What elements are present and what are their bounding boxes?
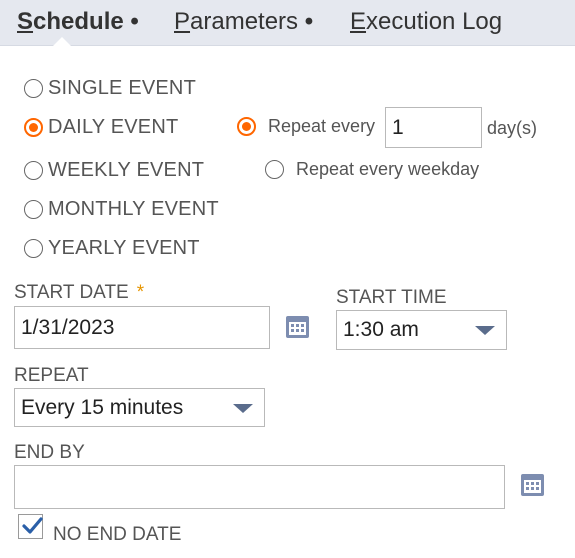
checkmark-icon [22,517,43,534]
start-time-value: 1:30 am [343,318,419,341]
chevron-down-icon [475,326,495,335]
tab-execution-log-accesskey: E [350,8,367,35]
radio-button[interactable] [24,239,43,258]
radio-label: DAILY EVENT [48,116,179,138]
end-by-calendar-icon[interactable] [521,474,544,496]
active-tab-indicator [53,37,71,46]
repeat-weekday-label: Repeat every weekday [296,159,480,179]
end-by-label: END BY [14,442,85,463]
tab-bar: Schedule • Parameters • Execution Log [0,0,575,46]
radio-button[interactable] [24,118,43,137]
start-date-label: START DATE * [14,282,144,304]
tab-execution-log-label: xecution Log [366,8,503,35]
repeat-value: Every 15 minutes [21,395,184,419]
repeat-every-days-value: 1 [392,115,404,139]
calendar-grid [289,322,306,335]
radio-single-event[interactable]: SINGLE EVENT [24,77,196,100]
radio-repeat-every-weekday[interactable]: Repeat every weekday [265,159,479,180]
tab-parameters-dot: • [304,8,314,35]
repeat-select[interactable]: Every 15 minutes [14,388,265,427]
repeat-every-days-input[interactable]: 1 [385,107,482,148]
start-date-input[interactable]: 1/31/2023 [14,306,270,349]
tab-schedule[interactable]: Schedule • [17,8,139,36]
tab-parameters-label: arameters [190,8,299,35]
radio-button[interactable] [24,161,43,180]
end-by-input[interactable] [14,465,505,509]
radio-label: YEARLY EVENT [48,237,200,259]
radio-label: WEEKLY EVENT [48,159,205,181]
tab-schedule-dot: • [130,8,139,35]
tab-schedule-label: chedule [33,8,124,35]
tab-parameters[interactable]: Parameters • [174,8,313,36]
chevron-down-icon [233,403,253,413]
calendar-grid [524,480,541,493]
start-date-calendar-icon[interactable] [286,316,309,338]
radio-repeat-every[interactable]: Repeat every [237,116,375,137]
radio-button[interactable] [24,79,43,98]
radio-yearly-event[interactable]: YEARLY EVENT [24,237,200,260]
radio-label: SINGLE EVENT [48,77,196,99]
required-marker: * [136,282,145,303]
start-date-label-text: START DATE [14,282,129,303]
repeat-label: REPEAT [14,365,89,386]
radio-weekly-event[interactable]: WEEKLY EVENT [24,159,204,182]
radio-label: MONTHLY EVENT [48,198,219,220]
tab-parameters-accesskey: P [174,8,191,35]
no-end-date-label: NO END DATE [53,524,182,545]
no-end-date-checkbox[interactable] [18,514,43,539]
start-time-select[interactable]: 1:30 am [336,310,507,350]
radio-button[interactable] [237,117,256,136]
tab-execution-log[interactable]: Execution Log [350,8,502,36]
tab-schedule-accesskey: S [17,8,34,35]
repeat-every-label: Repeat every [268,116,376,136]
radio-button[interactable] [24,200,43,219]
radio-button[interactable] [265,160,284,179]
radio-daily-event[interactable]: DAILY EVENT [24,116,178,139]
start-date-value: 1/31/2023 [21,315,115,339]
radio-monthly-event[interactable]: MONTHLY EVENT [24,198,219,221]
start-time-label: START TIME [336,287,447,308]
days-unit-label: day(s) [487,118,538,138]
